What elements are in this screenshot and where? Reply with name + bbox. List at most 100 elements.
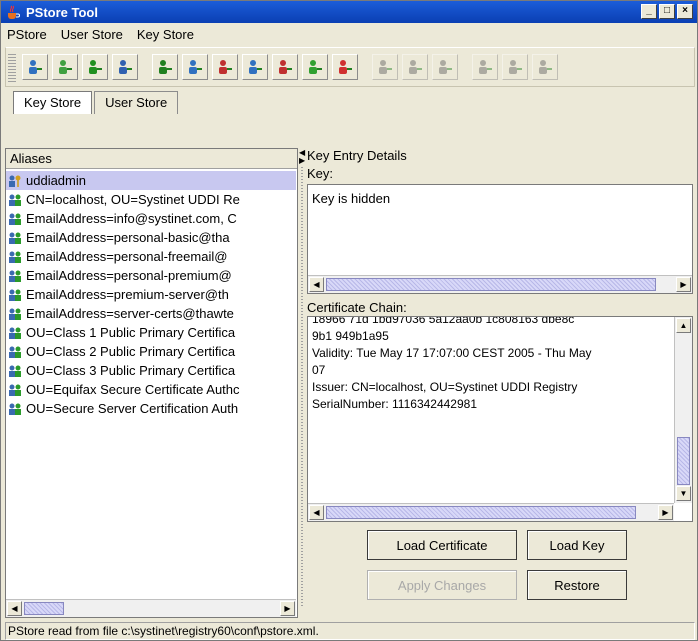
certificate-chain-line: 9b1 949b1a95	[312, 329, 389, 343]
alias-item[interactable]: EmailAddress=personal-freemail@	[6, 247, 296, 266]
alias-item[interactable]: OU=Equifax Secure Certificate Authc	[6, 380, 296, 399]
app-window: PStore Tool _ □ × PStore User Store Key …	[0, 0, 698, 641]
remove-user-icon	[279, 60, 292, 74]
aliases-list[interactable]: uddiadmin CN=localhost, OU=Systinet UDDI …	[6, 171, 296, 593]
menu-pstore[interactable]: PStore	[7, 27, 47, 42]
aliases-horizontal-scrollbar[interactable]: ◀ ▶	[6, 599, 296, 617]
menu-user-store[interactable]: User Store	[61, 27, 123, 42]
document-edit-icon	[219, 60, 232, 74]
alias-label: OU=Class 3 Public Primary Certifica	[26, 363, 236, 378]
certificate-entry-icon	[9, 289, 21, 301]
divider-grip	[301, 166, 303, 606]
alias-item[interactable]: EmailAddress=info@systinet.com, C	[6, 209, 296, 228]
scroll-thumb[interactable]	[326, 278, 656, 291]
key-text-area[interactable]: Key is hidden ◀ ▶	[307, 184, 693, 294]
alias-item[interactable]: OU=Class 1 Public Primary Certifica	[6, 323, 296, 342]
window-title: PStore Tool	[26, 4, 98, 20]
scroll-right-button[interactable]: ▶	[658, 505, 673, 520]
users-list-button[interactable]	[22, 54, 48, 80]
user-key-button[interactable]	[82, 54, 108, 80]
alias-label: EmailAddress=premium-server@th	[26, 287, 229, 302]
users-group-button[interactable]	[52, 54, 78, 80]
scroll-thumb[interactable]	[326, 506, 636, 519]
alias-label: uddiadmin	[26, 173, 86, 188]
alias-item[interactable]: EmailAddress=premium-server@th	[6, 285, 296, 304]
scroll-up-button[interactable]: ▲	[676, 318, 691, 333]
key-cert-disabled-icon	[539, 60, 552, 74]
scroll-right-button[interactable]: ▶	[676, 277, 691, 292]
status-bar: PStore read from file c:\systinet\regist…	[5, 622, 695, 640]
scroll-right-button[interactable]: ▶	[280, 601, 295, 616]
scroll-left-button[interactable]: ◀	[309, 277, 324, 292]
scroll-left-button[interactable]: ◀	[309, 505, 324, 520]
alias-item[interactable]: EmailAddress=server-certs@thawte	[6, 304, 296, 323]
load-certificate-button[interactable]: Load Certificate	[367, 530, 517, 560]
alias-item[interactable]: OU=Secure Server Certification Auth	[6, 399, 296, 418]
add-user-icon	[159, 60, 172, 74]
load-key-button[interactable]: Load Key	[527, 530, 627, 560]
scroll-thumb[interactable]	[677, 437, 690, 485]
alias-item[interactable]: OU=Class 3 Public Primary Certifica	[6, 361, 296, 380]
scroll-left-button[interactable]: ◀	[7, 601, 22, 616]
menu-key-store[interactable]: Key Store	[137, 27, 194, 42]
add-user-disabled-button[interactable]	[372, 54, 398, 80]
import-user-icon	[249, 60, 262, 74]
window-button[interactable]	[112, 54, 138, 80]
chain-horizontal-scrollbar[interactable]: ◀ ▶	[308, 503, 674, 521]
import-user-button[interactable]	[242, 54, 268, 80]
key-add-disabled-button[interactable]	[472, 54, 498, 80]
remove-user-disabled-button[interactable]	[402, 54, 428, 80]
scroll-thumb[interactable]	[24, 602, 64, 615]
split-pane-divider[interactable]: ◀ ▶	[299, 148, 305, 616]
alias-item[interactable]: uddiadmin	[6, 171, 296, 190]
tab-user-store[interactable]: User Store	[94, 91, 179, 115]
maximize-button[interactable]: □	[659, 4, 675, 19]
restore-button[interactable]: Restore	[527, 570, 627, 600]
certificate-entry-icon	[9, 232, 21, 244]
alias-label: OU=Class 1 Public Primary Certifica	[26, 325, 236, 340]
aliases-panel: Aliases uddiadmin CN=localhost, OU=Systin…	[5, 148, 298, 618]
add-user-button[interactable]	[152, 54, 178, 80]
user-cert-disabled-icon	[439, 60, 452, 74]
certificate-chain-line: 18966 71d 1bd97036 5a12aa0b 1c808163 dbe…	[312, 316, 575, 326]
remove-user-disabled-icon	[409, 60, 422, 74]
remove-user-button[interactable]	[272, 54, 298, 80]
java-cup-icon	[8, 5, 20, 19]
alias-item[interactable]: EmailAddress=personal-premium@	[6, 266, 296, 285]
certificate-chain-line: 07	[312, 363, 326, 377]
user-card-button[interactable]	[182, 54, 208, 80]
chain-vertical-scrollbar[interactable]: ▲ ▼	[674, 317, 692, 503]
title-bar[interactable]: PStore Tool _ □ ×	[1, 1, 697, 23]
certificate-entry-icon	[9, 270, 21, 282]
certificate-chain-text-area[interactable]: 18966 71d 1bd97036 5a12aa0b 1c808163 dbe…	[307, 316, 693, 522]
collapse-right-arrow-icon[interactable]: ▶	[299, 156, 305, 165]
key-horizontal-scrollbar[interactable]: ◀ ▶	[308, 275, 692, 293]
details-title: Key Entry Details	[307, 148, 407, 163]
key-arrow-button[interactable]	[332, 54, 358, 80]
apply-changes-button[interactable]: Apply Changes	[367, 570, 517, 600]
alias-item[interactable]: OU=Class 2 Public Primary Certifica	[6, 342, 296, 361]
alias-label: EmailAddress=personal-freemail@	[26, 249, 228, 264]
document-edit-button[interactable]	[212, 54, 238, 80]
menu-bar: PStore User Store Key Store	[1, 23, 697, 45]
tab-key-store[interactable]: Key Store	[13, 91, 93, 115]
alias-label: EmailAddress=personal-basic@tha	[26, 230, 230, 245]
key-cert-disabled-button[interactable]	[532, 54, 558, 80]
user-key-icon	[89, 60, 102, 74]
key-edit-disabled-icon	[509, 60, 522, 74]
alias-item[interactable]: CN=localhost, OU=Systinet UDDI Re	[6, 190, 296, 209]
alias-label: EmailAddress=server-certs@thawte	[26, 306, 234, 321]
user-cert-button[interactable]	[302, 54, 328, 80]
alias-label: CN=localhost, OU=Systinet UDDI Re	[26, 192, 240, 207]
close-button[interactable]: ×	[677, 4, 693, 19]
certificate-chain-label: Certificate Chain:	[307, 300, 407, 315]
scroll-down-button[interactable]: ▼	[676, 486, 691, 501]
alias-label: OU=Secure Server Certification Auth	[26, 401, 239, 416]
toolbar-grip[interactable]	[8, 52, 16, 82]
minimize-button[interactable]: _	[641, 4, 657, 19]
user-cert-disabled-button[interactable]	[432, 54, 458, 80]
alias-item[interactable]: EmailAddress=personal-basic@tha	[6, 228, 296, 247]
alias-label: EmailAddress=personal-premium@	[26, 268, 232, 283]
key-edit-disabled-button[interactable]	[502, 54, 528, 80]
window-controls: _ □ ×	[641, 4, 693, 19]
